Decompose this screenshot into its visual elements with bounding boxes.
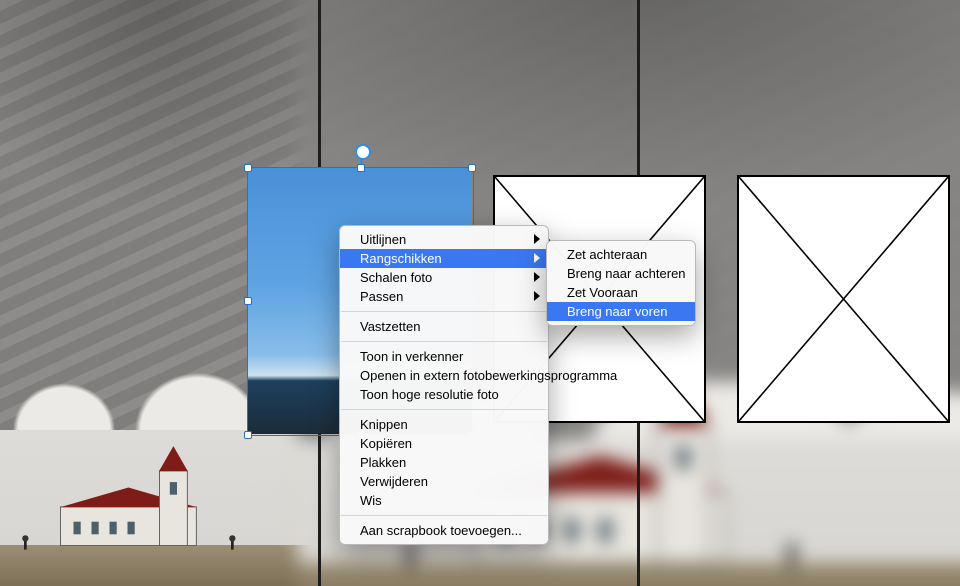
submenu-item-send-to-back[interactable]: Zet achteraan: [547, 245, 695, 264]
menu-item-label: Rangschikken: [360, 251, 442, 266]
menu-item-lock[interactable]: Vastzetten: [340, 317, 548, 336]
resize-handle-bottom-left[interactable]: [244, 431, 252, 439]
submenu-arrow-icon: [534, 291, 540, 301]
menu-item-copy[interactable]: Kopiëren: [340, 434, 548, 453]
menu-item-label: Kopiëren: [360, 436, 412, 451]
resize-handle-middle-left[interactable]: [244, 297, 252, 305]
menu-item-label: Plakken: [360, 455, 406, 470]
menu-item-label: Passen: [360, 289, 403, 304]
submenu-arrow-icon: [534, 253, 540, 263]
lamp-post: [24, 539, 27, 550]
menu-item-label: Openen in extern fotobewerkingsprogramma: [360, 368, 617, 383]
menu-item-align[interactable]: Uitlijnen: [340, 230, 548, 249]
menu-item-show-high-res[interactable]: Toon hoge resolutie foto: [340, 385, 548, 404]
lamp-post: [231, 539, 234, 550]
image-placeholder[interactable]: [737, 175, 950, 423]
context-submenu-arrange[interactable]: Zet achteraan Breng naar achteren Zet Vo…: [546, 240, 696, 326]
menu-separator: [341, 515, 547, 516]
menu-item-label: Wis: [360, 493, 382, 508]
menu-item-fit[interactable]: Passen: [340, 287, 548, 306]
submenu-item-bring-to-front[interactable]: Zet Vooraan: [547, 283, 695, 302]
menu-separator: [341, 311, 547, 312]
submenu-arrow-icon: [534, 272, 540, 282]
menu-item-label: Aan scrapbook toevoegen...: [360, 523, 522, 538]
context-menu[interactable]: Uitlijnen Rangschikken Schalen foto Pass…: [339, 225, 549, 545]
resize-handle-top-right[interactable]: [468, 164, 476, 172]
menu-item-label: Verwijderen: [360, 474, 428, 489]
menu-item-label: Schalen foto: [360, 270, 432, 285]
resize-handle-top-middle[interactable]: [357, 164, 365, 172]
menu-item-show-in-explorer[interactable]: Toon in verkenner: [340, 347, 548, 366]
resize-handle-top-left[interactable]: [244, 164, 252, 172]
menu-item-label: Zet achteraan: [567, 247, 647, 262]
menu-item-open-external-editor[interactable]: Openen in extern fotobewerkingsprogramma: [340, 366, 548, 385]
menu-item-label: Uitlijnen: [360, 232, 406, 247]
menu-item-cut[interactable]: Knippen: [340, 415, 548, 434]
church-tower: [159, 470, 188, 546]
menu-item-label: Toon in verkenner: [360, 349, 463, 364]
menu-item-label: Knippen: [360, 417, 408, 432]
menu-separator: [341, 341, 547, 342]
rotation-handle[interactable]: [355, 144, 371, 160]
submenu-item-bring-forward[interactable]: Breng naar voren: [547, 302, 695, 321]
menu-item-paste[interactable]: Plakken: [340, 453, 548, 472]
menu-item-clear[interactable]: Wis: [340, 491, 548, 510]
placeholder-cross-icon: [739, 177, 948, 421]
menu-item-scale-photo[interactable]: Schalen foto: [340, 268, 548, 287]
menu-item-label: Zet Vooraan: [567, 285, 638, 300]
menu-item-label: Toon hoge resolutie foto: [360, 387, 499, 402]
menu-item-label: Vastzetten: [360, 319, 420, 334]
menu-item-label: Breng naar voren: [567, 304, 667, 319]
menu-item-add-to-scrapbook[interactable]: Aan scrapbook toevoegen...: [340, 521, 548, 540]
menu-item-delete[interactable]: Verwijderen: [340, 472, 548, 491]
ground-band: [0, 545, 320, 586]
menu-item-label: Breng naar achteren: [567, 266, 686, 281]
submenu-arrow-icon: [534, 234, 540, 244]
menu-item-arrange[interactable]: Rangschikken: [340, 249, 548, 268]
menu-separator: [341, 409, 547, 410]
submenu-item-send-backward[interactable]: Breng naar achteren: [547, 264, 695, 283]
layout-canvas[interactable]: Uitlijnen Rangschikken Schalen foto Pass…: [0, 0, 960, 586]
